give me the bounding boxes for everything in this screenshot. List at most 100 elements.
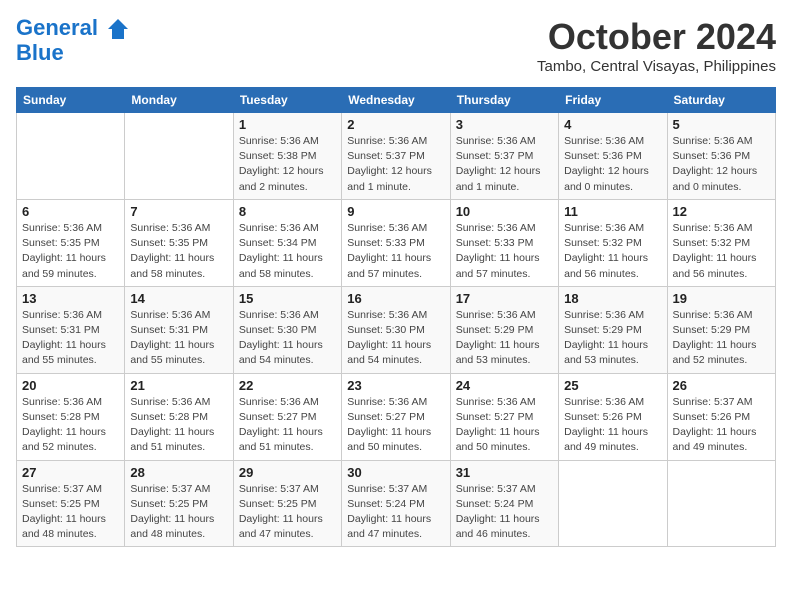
calendar-cell: 14 Sunrise: 5:36 AMSunset: 5:31 PMDayligh… [125,286,233,373]
day-info: Sunrise: 5:37 AMSunset: 5:26 PMDaylight:… [673,395,770,456]
calendar-cell: 1Sunrise: 5:36 AMSunset: 5:38 PMDaylight… [233,113,341,200]
day-number: 17 [456,291,553,306]
day-number: 5 [673,117,770,132]
logo-text: General [16,16,130,41]
day-info: Sunrise: 5:36 AMSunset: 5:29 PMDaylight:… [564,308,661,369]
calendar-cell: 13 Sunrise: 5:36 AMSunset: 5:31 PMDayligh… [17,286,125,373]
calendar-cell: 29 Sunrise: 5:37 AMSunset: 5:25 PMDayligh… [233,460,341,547]
calendar-cell: 21 Sunrise: 5:36 AMSunset: 5:28 PMDayligh… [125,373,233,460]
week-row-1: 6 Sunrise: 5:36 AMSunset: 5:35 PMDaylight… [17,199,776,286]
week-row-3: 20 Sunrise: 5:36 AMSunset: 5:28 PMDayligh… [17,373,776,460]
day-number: 10 [456,204,553,219]
day-info: Sunrise: 5:37 AMSunset: 5:25 PMDaylight:… [22,482,119,543]
day-number: 4 [564,117,661,132]
day-number: 30 [347,465,444,480]
calendar-cell [125,113,233,200]
day-info: Sunrise: 5:36 AMSunset: 5:31 PMDaylight:… [22,308,119,369]
calendar-cell: 7 Sunrise: 5:36 AMSunset: 5:35 PMDaylight… [125,199,233,286]
day-info: Sunrise: 5:36 AMSunset: 5:28 PMDaylight:… [22,395,119,456]
day-number: 3 [456,117,553,132]
calendar-cell: 23Sunrise: 5:36 AMSunset: 5:27 PMDayligh… [342,373,450,460]
calendar-cell: 2Sunrise: 5:36 AMSunset: 5:37 PMDaylight… [342,113,450,200]
month-title: October 2024 [537,16,776,58]
day-number: 13 [22,291,119,306]
day-info: Sunrise: 5:36 AMSunset: 5:34 PMDaylight:… [239,221,336,282]
calendar-cell: 10 Sunrise: 5:36 AMSunset: 5:33 PMDayligh… [450,199,558,286]
day-info: Sunrise: 5:36 AMSunset: 5:38 PMDaylight:… [239,134,336,195]
calendar-cell: 11 Sunrise: 5:36 AMSunset: 5:32 PMDayligh… [559,199,667,286]
day-number: 29 [239,465,336,480]
calendar-cell: 17 Sunrise: 5:36 AMSunset: 5:29 PMDayligh… [450,286,558,373]
weekday-header-friday: Friday [559,88,667,113]
calendar-cell: 3Sunrise: 5:36 AMSunset: 5:37 PMDaylight… [450,113,558,200]
day-number: 21 [130,378,227,393]
day-number: 6 [22,204,119,219]
calendar-cell: 19 Sunrise: 5:36 AMSunset: 5:29 PMDayligh… [667,286,775,373]
calendar-cell: 6 Sunrise: 5:36 AMSunset: 5:35 PMDaylight… [17,199,125,286]
day-number: 7 [130,204,227,219]
day-info: Sunrise: 5:37 AMSunset: 5:24 PMDaylight:… [456,482,553,543]
day-info: Sunrise: 5:37 AMSunset: 5:24 PMDaylight:… [347,482,444,543]
location: Tambo, Central Visayas, Philippines [537,58,776,75]
calendar-cell: 4 Sunrise: 5:36 AMSunset: 5:36 PMDaylight… [559,113,667,200]
weekday-header-thursday: Thursday [450,88,558,113]
calendar-cell: 22 Sunrise: 5:36 AMSunset: 5:27 PMDayligh… [233,373,341,460]
day-info: Sunrise: 5:36 AMSunset: 5:30 PMDaylight:… [239,308,336,369]
day-info: Sunrise: 5:37 AMSunset: 5:25 PMDaylight:… [239,482,336,543]
calendar-cell: 9Sunrise: 5:36 AMSunset: 5:33 PMDaylight… [342,199,450,286]
calendar-cell: 16 Sunrise: 5:36 AMSunset: 5:30 PMDayligh… [342,286,450,373]
weekday-header-wednesday: Wednesday [342,88,450,113]
day-number: 27 [22,465,119,480]
day-number: 15 [239,291,336,306]
day-number: 16 [347,291,444,306]
calendar-cell: 27 Sunrise: 5:37 AMSunset: 5:25 PMDayligh… [17,460,125,547]
week-row-4: 27 Sunrise: 5:37 AMSunset: 5:25 PMDayligh… [17,460,776,547]
day-number: 14 [130,291,227,306]
calendar-table: SundayMondayTuesdayWednesdayThursdayFrid… [16,87,776,547]
day-info: Sunrise: 5:36 AMSunset: 5:33 PMDaylight:… [456,221,553,282]
day-number: 31 [456,465,553,480]
day-info: Sunrise: 5:36 AMSunset: 5:31 PMDaylight:… [130,308,227,369]
weekday-header-tuesday: Tuesday [233,88,341,113]
day-info: Sunrise: 5:36 AMSunset: 5:29 PMDaylight:… [673,308,770,369]
day-number: 26 [673,378,770,393]
day-info: Sunrise: 5:36 AMSunset: 5:36 PMDaylight:… [564,134,661,195]
day-info: Sunrise: 5:36 AMSunset: 5:30 PMDaylight:… [347,308,444,369]
calendar-cell: 15 Sunrise: 5:36 AMSunset: 5:30 PMDayligh… [233,286,341,373]
week-row-2: 13 Sunrise: 5:36 AMSunset: 5:31 PMDayligh… [17,286,776,373]
calendar-cell: 5 Sunrise: 5:36 AMSunset: 5:36 PMDaylight… [667,113,775,200]
day-number: 11 [564,204,661,219]
weekday-header-row: SundayMondayTuesdayWednesdayThursdayFrid… [17,88,776,113]
calendar-cell: 24Sunrise: 5:36 AMSunset: 5:27 PMDayligh… [450,373,558,460]
calendar-cell [17,113,125,200]
page-header: General Blue October 2024 Tambo, Central… [16,16,776,75]
day-number: 28 [130,465,227,480]
day-number: 22 [239,378,336,393]
calendar-cell: 26 Sunrise: 5:37 AMSunset: 5:26 PMDayligh… [667,373,775,460]
day-number: 9 [347,204,444,219]
day-info: Sunrise: 5:36 AMSunset: 5:29 PMDaylight:… [456,308,553,369]
calendar-cell: 25 Sunrise: 5:36 AMSunset: 5:26 PMDayligh… [559,373,667,460]
day-info: Sunrise: 5:36 AMSunset: 5:27 PMDaylight:… [239,395,336,456]
calendar-cell: 12Sunrise: 5:36 AMSunset: 5:32 PMDayligh… [667,199,775,286]
day-number: 19 [673,291,770,306]
day-info: Sunrise: 5:36 AMSunset: 5:28 PMDaylight:… [130,395,227,456]
day-info: Sunrise: 5:36 AMSunset: 5:36 PMDaylight:… [673,134,770,195]
day-info: Sunrise: 5:36 AMSunset: 5:32 PMDaylight:… [564,221,661,282]
weekday-header-monday: Monday [125,88,233,113]
day-info: Sunrise: 5:36 AMSunset: 5:27 PMDaylight:… [347,395,444,456]
logo: General Blue [16,16,130,65]
calendar-cell: 18 Sunrise: 5:36 AMSunset: 5:29 PMDayligh… [559,286,667,373]
day-number: 25 [564,378,661,393]
day-number: 20 [22,378,119,393]
week-row-0: 1Sunrise: 5:36 AMSunset: 5:38 PMDaylight… [17,113,776,200]
calendar-cell: 8 Sunrise: 5:36 AMSunset: 5:34 PMDaylight… [233,199,341,286]
day-info: Sunrise: 5:36 AMSunset: 5:35 PMDaylight:… [22,221,119,282]
day-number: 8 [239,204,336,219]
day-number: 18 [564,291,661,306]
day-info: Sunrise: 5:37 AMSunset: 5:25 PMDaylight:… [130,482,227,543]
day-info: Sunrise: 5:36 AMSunset: 5:32 PMDaylight:… [673,221,770,282]
calendar-cell: 28 Sunrise: 5:37 AMSunset: 5:25 PMDayligh… [125,460,233,547]
day-info: Sunrise: 5:36 AMSunset: 5:26 PMDaylight:… [564,395,661,456]
day-info: Sunrise: 5:36 AMSunset: 5:35 PMDaylight:… [130,221,227,282]
